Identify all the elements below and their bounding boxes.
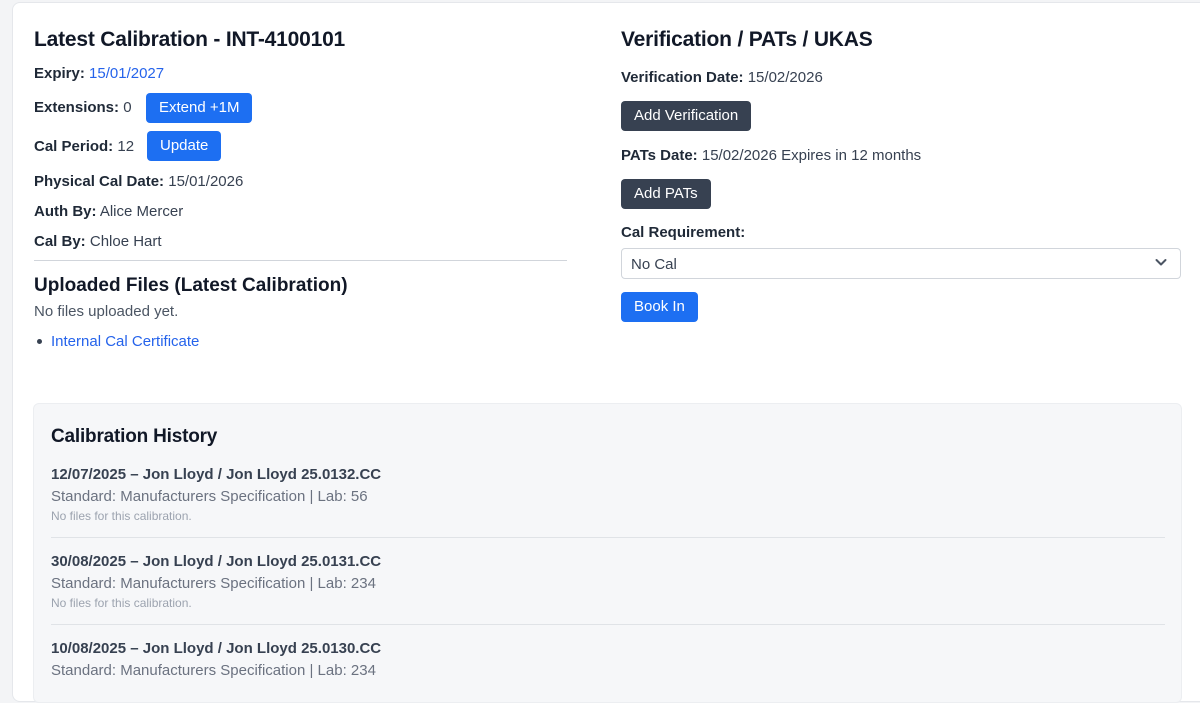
calibration-history-title: Calibration History	[51, 426, 218, 447]
expiry-label: Expiry:	[34, 65, 85, 82]
cal-requirement-value: No Cal	[631, 256, 677, 273]
cal-requirement-row: Cal Requirement:	[621, 224, 745, 241]
pats-date-row: PATs Date: 15/02/2026 Expires in 12 mont…	[621, 147, 921, 164]
history-entry: 30/08/2025 – Jon Lloyd / Jon Lloyd 25.01…	[51, 553, 1165, 625]
history-divider	[51, 537, 1165, 538]
history-entry-title: 12/07/2025 – Jon Lloyd / Jon Lloyd 25.01…	[51, 466, 382, 483]
cal-requirement-label: Cal Requirement:	[621, 224, 746, 241]
history-entry: 10/08/2025 – Jon Lloyd / Jon Lloyd 25.01…	[51, 640, 1165, 679]
history-entry-title: 10/08/2025 – Jon Lloyd / Jon Lloyd 25.01…	[51, 640, 382, 657]
add-verification-button[interactable]: Add Verification	[621, 101, 752, 131]
history-entry-subtitle: Standard: Manufacturers Specification | …	[51, 488, 368, 505]
auth-by-value: Alice Mercer	[99, 203, 184, 220]
update-button[interactable]: Update	[147, 131, 222, 161]
physical-cal-date-value: 15/01/2026	[168, 173, 244, 190]
internal-cal-certificate-link[interactable]: Internal Cal Certificate	[51, 333, 199, 350]
auth-by-label: Auth By:	[34, 203, 97, 220]
expiry-value[interactable]: 15/01/2027	[89, 65, 164, 82]
extensions-row: Extensions: 0	[34, 99, 132, 116]
expiry-row: Expiry: 15/01/2027	[34, 65, 164, 82]
uploaded-files-title: Uploaded Files (Latest Calibration)	[34, 275, 348, 296]
verification-date-row: Verification Date: 15/02/2026	[621, 69, 823, 86]
history-entry-title: 30/08/2025 – Jon Lloyd / Jon Lloyd 25.01…	[51, 553, 382, 570]
extensions-label: Extensions:	[34, 99, 120, 116]
cal-period-row: Cal Period: 12	[34, 138, 134, 155]
cal-by-label: Cal By:	[34, 233, 86, 250]
physical-cal-date-row: Physical Cal Date: 15/01/2026	[34, 173, 243, 190]
extensions-value: 0	[123, 99, 132, 116]
extend-button[interactable]: Extend +1M	[146, 93, 253, 123]
physical-cal-date-label: Physical Cal Date:	[34, 173, 165, 190]
calibration-history-panel: Calibration History 12/07/2025 – Jon Llo…	[33, 403, 1182, 703]
history-entry-subtitle: Standard: Manufacturers Specification | …	[51, 575, 376, 592]
cal-period-value: 12	[117, 138, 135, 155]
history-entry-note: No files for this calibration.	[51, 509, 192, 523]
verification-date-value: 15/02/2026	[747, 69, 823, 86]
book-in-button[interactable]: Book In	[621, 292, 698, 322]
section-divider	[34, 260, 567, 261]
cal-requirement-select[interactable]: No Cal	[621, 248, 1181, 279]
chevron-down-icon	[1155, 259, 1167, 266]
auth-by-row: Auth By: Alice Mercer	[34, 203, 183, 220]
latest-calibration-title: Latest Calibration - INT-4100101	[34, 28, 346, 51]
pats-date-label: PATs Date:	[621, 147, 698, 164]
verification-date-label: Verification Date:	[621, 69, 744, 86]
cal-period-label: Cal Period:	[34, 138, 114, 155]
history-divider	[51, 624, 1165, 625]
history-entry-note: No files for this calibration.	[51, 596, 192, 610]
no-files-text: No files uploaded yet.	[34, 303, 179, 320]
list-bullet	[37, 339, 42, 344]
verification-title: Verification / PATs / UKAS	[621, 28, 873, 51]
pats-date-value: 15/02/2026 Expires in 12 months	[701, 147, 922, 164]
history-entry-subtitle: Standard: Manufacturers Specification | …	[51, 662, 376, 679]
history-entry: 12/07/2025 – Jon Lloyd / Jon Lloyd 25.01…	[51, 466, 1165, 538]
cal-by-value: Chloe Hart	[89, 233, 162, 250]
cal-by-row: Cal By: Chloe Hart	[34, 233, 162, 250]
add-pats-button[interactable]: Add PATs	[621, 179, 711, 209]
